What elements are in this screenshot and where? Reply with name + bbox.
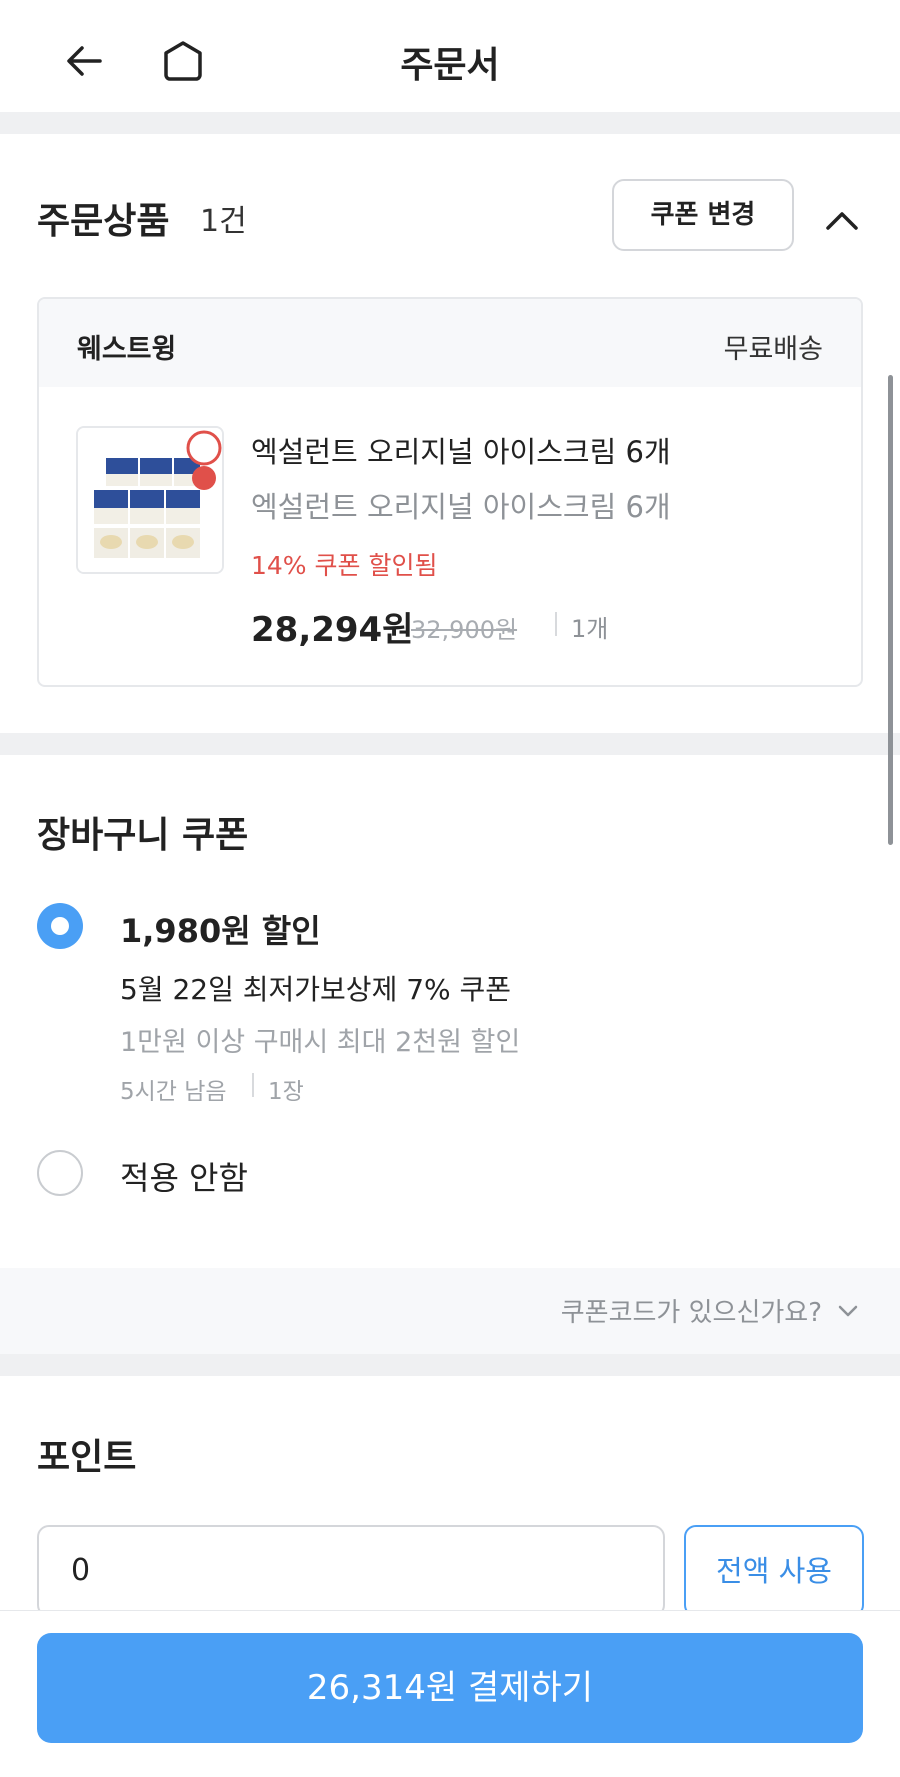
coupon-code-label: 쿠폰코드가 있으신가요? [560, 1298, 822, 1328]
bottom-pay-bar: 26,314원 결제하기 [0, 1610, 900, 1777]
product-quantity: 1개 [571, 615, 609, 643]
section-divider [0, 112, 900, 134]
collapse-button[interactable] [822, 200, 862, 240]
order-item-card: 웨스트윙 무료배송 엑설런트 오리지널 아이스크림 6개 엑설런트 오리지널 아… [37, 297, 863, 687]
chevron-up-icon [826, 212, 858, 230]
points-input[interactable]: 0 [37, 1525, 665, 1617]
coupon-radio-selected[interactable] [37, 903, 83, 949]
coupon-change-button[interactable]: 쿠폰 변경 [612, 179, 794, 251]
coupon-separator [252, 1073, 254, 1097]
coupon-radio-none[interactable] [37, 1150, 83, 1196]
seller-name: 웨스트윙 [77, 334, 177, 365]
shipping-label: 무료배송 [723, 334, 823, 365]
order-items-count: 1건 [200, 204, 247, 239]
pay-button[interactable]: 26,314원 결제하기 [37, 1633, 863, 1743]
product-thumbnail[interactable] [76, 426, 224, 574]
cart-coupon-title: 장바구니 쿠폰 [37, 815, 249, 856]
product-original-price: 32,900원 [411, 616, 518, 644]
app-header: 주문서 [0, 0, 900, 112]
coupon-count: 1장 [268, 1079, 304, 1105]
section-divider [0, 733, 900, 755]
coupon-code-toggle[interactable]: 쿠폰코드가 있으신가요? [561, 1292, 860, 1329]
coupon-name: 5월 22일 최저가보상제 7% 쿠폰 [120, 973, 512, 1006]
product-image [78, 428, 222, 572]
product-price: 28,294원 [251, 610, 414, 650]
scrollbar[interactable] [888, 375, 893, 845]
chevron-down-icon [838, 1305, 858, 1316]
product-name: 엑설런트 오리지널 아이스크림 6개 [251, 435, 671, 469]
use-all-points-button[interactable]: 전액 사용 [684, 1525, 864, 1617]
product-discount: 14% 쿠폰 할인됨 [251, 551, 438, 580]
seller-header: 웨스트윙 무료배송 [39, 299, 861, 387]
price-separator [555, 612, 557, 636]
coupon-condition: 1만원 이상 구매시 최대 2천원 할인 [120, 1027, 521, 1058]
coupon-none-label[interactable]: 적용 안함 [120, 1153, 248, 1199]
points-title: 포인트 [37, 1437, 137, 1478]
coupon-time-left: 5시간 남음 [120, 1079, 227, 1105]
coupon-code-bar: 쿠폰코드가 있으신가요? [0, 1268, 900, 1354]
page-title: 주문서 [400, 45, 500, 86]
coupon-amount: 1,980원 할인 [120, 912, 321, 950]
order-items-title: 주문상품 [37, 201, 170, 242]
product-option: 엑설런트 오리지널 아이스크림 6개 [251, 490, 671, 524]
section-divider [0, 1354, 900, 1376]
